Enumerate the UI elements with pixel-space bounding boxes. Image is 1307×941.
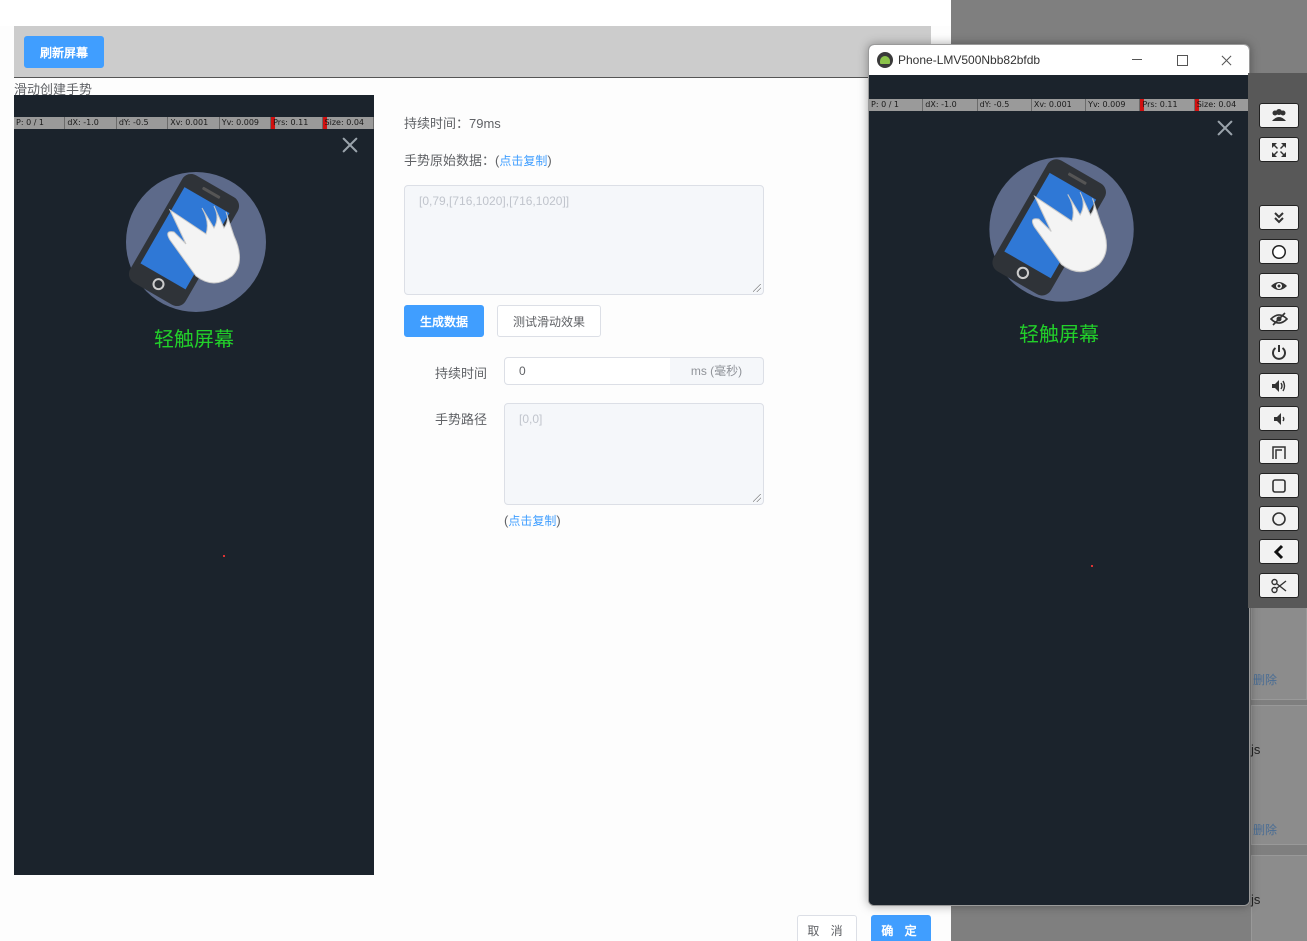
refresh-screen-button[interactable]: 刷新屏幕 — [24, 36, 104, 68]
dialog-header — [0, 0, 951, 26]
toolbar: 刷新屏幕 — [14, 26, 931, 78]
raw-data-placeholder: [0,79,[716,1020],[716,1020]] — [419, 194, 570, 208]
power-icon[interactable] — [1259, 339, 1299, 364]
duration-label: 持续时间 — [435, 366, 488, 381]
minimize-icon[interactable] — [1115, 45, 1159, 75]
status-size: Size: 0.04 — [322, 117, 374, 129]
generate-data-button[interactable]: 生成数据 — [404, 305, 484, 337]
status-dx: dX: -1.0 — [65, 117, 117, 129]
bg-js-text: js — [1251, 742, 1261, 757]
copy-raw-link[interactable]: 点击复制 — [499, 154, 547, 168]
pointer-status-bar: P: 0 / 1 dX: -1.0 dY: -0.5 Xv: 0.001 Yv:… — [14, 117, 374, 129]
status-dy: dY: -0.5 — [117, 117, 169, 129]
status-prs: Prs: 0.11 — [271, 117, 323, 129]
duration-text: 持续时间：79ms — [404, 116, 501, 131]
maximize-icon[interactable] — [1160, 45, 1204, 75]
resize-handle-icon[interactable] — [753, 494, 761, 502]
record-icon[interactable] — [1259, 239, 1299, 264]
screenshot-icon[interactable] — [1259, 573, 1299, 598]
status-xv: Xv: 0.001 — [168, 117, 220, 129]
phone-window: Phone-LMV500Nbb82bfdb P: 0 / 1 dX: -1.0 … — [868, 44, 1250, 906]
phone-screen-preview[interactable]: P: 0 / 1 dX: -1.0 dY: -0.5 Xv: 0.001 Yv:… — [14, 95, 374, 875]
close-icon[interactable] — [340, 135, 360, 155]
tap-hand-illustration — [989, 157, 1134, 302]
tap-screen-text: 轻触屏幕 — [1019, 324, 1099, 346]
gesture-dialog: 刷新屏幕 滑动创建手势 P: 0 / 1 dX: -1.0 dY: -0.5 X… — [0, 0, 951, 941]
duration-input[interactable]: 0 — [504, 357, 671, 385]
status-yv: Yv: 0.009 — [220, 117, 272, 129]
volume-up-icon[interactable] — [1259, 373, 1299, 398]
status-p: P: 0 / 1 — [869, 99, 924, 111]
path-textarea[interactable]: [0,0] — [504, 403, 764, 505]
volume-down-icon[interactable] — [1259, 406, 1299, 431]
rotate-icon[interactable] — [1259, 439, 1299, 464]
test-swipe-button[interactable]: 测试滑动效果 — [497, 305, 601, 337]
status-yv: Yv: 0.009 — [1086, 99, 1141, 111]
close-icon[interactable] — [1215, 118, 1235, 138]
path-label: 手势路径 — [435, 412, 488, 427]
bg-js-text: js — [1251, 892, 1261, 907]
path-copy-wrapper: (点击复制) — [504, 513, 561, 528]
bg-delete-link[interactable]: 删除 — [1253, 671, 1277, 688]
pointer-status-bar: P: 0 / 1 dX: -1.0 dY: -0.5 Xv: 0.001 Yv:… — [869, 99, 1249, 111]
phone-window-title: Phone-LMV500Nbb82bfdb — [898, 53, 1041, 67]
eye-icon[interactable] — [1259, 273, 1299, 298]
window-close-icon[interactable] — [1205, 45, 1249, 75]
path-placeholder: [0,0] — [519, 412, 543, 426]
duration-unit: ms (毫秒) — [670, 357, 764, 385]
copy-path-link[interactable]: 点击复制 — [508, 514, 556, 528]
circle-icon[interactable] — [1259, 506, 1299, 531]
fullscreen-icon[interactable] — [1259, 137, 1299, 162]
status-dy: dY: -0.5 — [978, 99, 1032, 111]
ok-button[interactable]: 确 定 — [871, 915, 931, 941]
raw-data-label: 手势原始数据：(点击复制) — [404, 153, 552, 168]
phone-screen-live[interactable]: P: 0 / 1 dX: -1.0 dY: -0.5 Xv: 0.001 Yv:… — [869, 75, 1249, 905]
eye-off-icon[interactable] — [1259, 306, 1299, 331]
phone-window-titlebar[interactable]: Phone-LMV500Nbb82bfdb — [869, 45, 1249, 75]
touch-point — [223, 555, 225, 557]
status-p: P: 0 / 1 — [14, 117, 66, 129]
bg-delete-link[interactable]: 删除 — [1253, 821, 1277, 838]
resize-handle-icon[interactable] — [753, 284, 761, 292]
chevron-double-down-icon[interactable] — [1259, 205, 1299, 230]
status-size: Size: 0.04 — [1194, 99, 1249, 111]
cancel-button[interactable]: 取 消 — [797, 915, 857, 941]
android-icon — [877, 52, 893, 68]
users-icon[interactable] — [1259, 103, 1299, 128]
status-dx: dX: -1.0 — [923, 99, 978, 111]
touch-point — [1091, 565, 1093, 567]
home-icon[interactable] — [1259, 473, 1299, 498]
raw-data-textarea[interactable]: [0,79,[716,1020],[716,1020]] — [404, 185, 764, 295]
device-control-bar — [1248, 73, 1307, 608]
tap-screen-text: 轻触屏幕 — [154, 329, 234, 351]
status-xv: Xv: 0.001 — [1032, 99, 1087, 111]
back-icon[interactable] — [1259, 539, 1299, 564]
status-prs: Prs: 0.11 — [1140, 99, 1195, 111]
raw-data-label-text: 手势原始数据： — [404, 153, 496, 168]
tap-hand-illustration — [126, 172, 266, 312]
